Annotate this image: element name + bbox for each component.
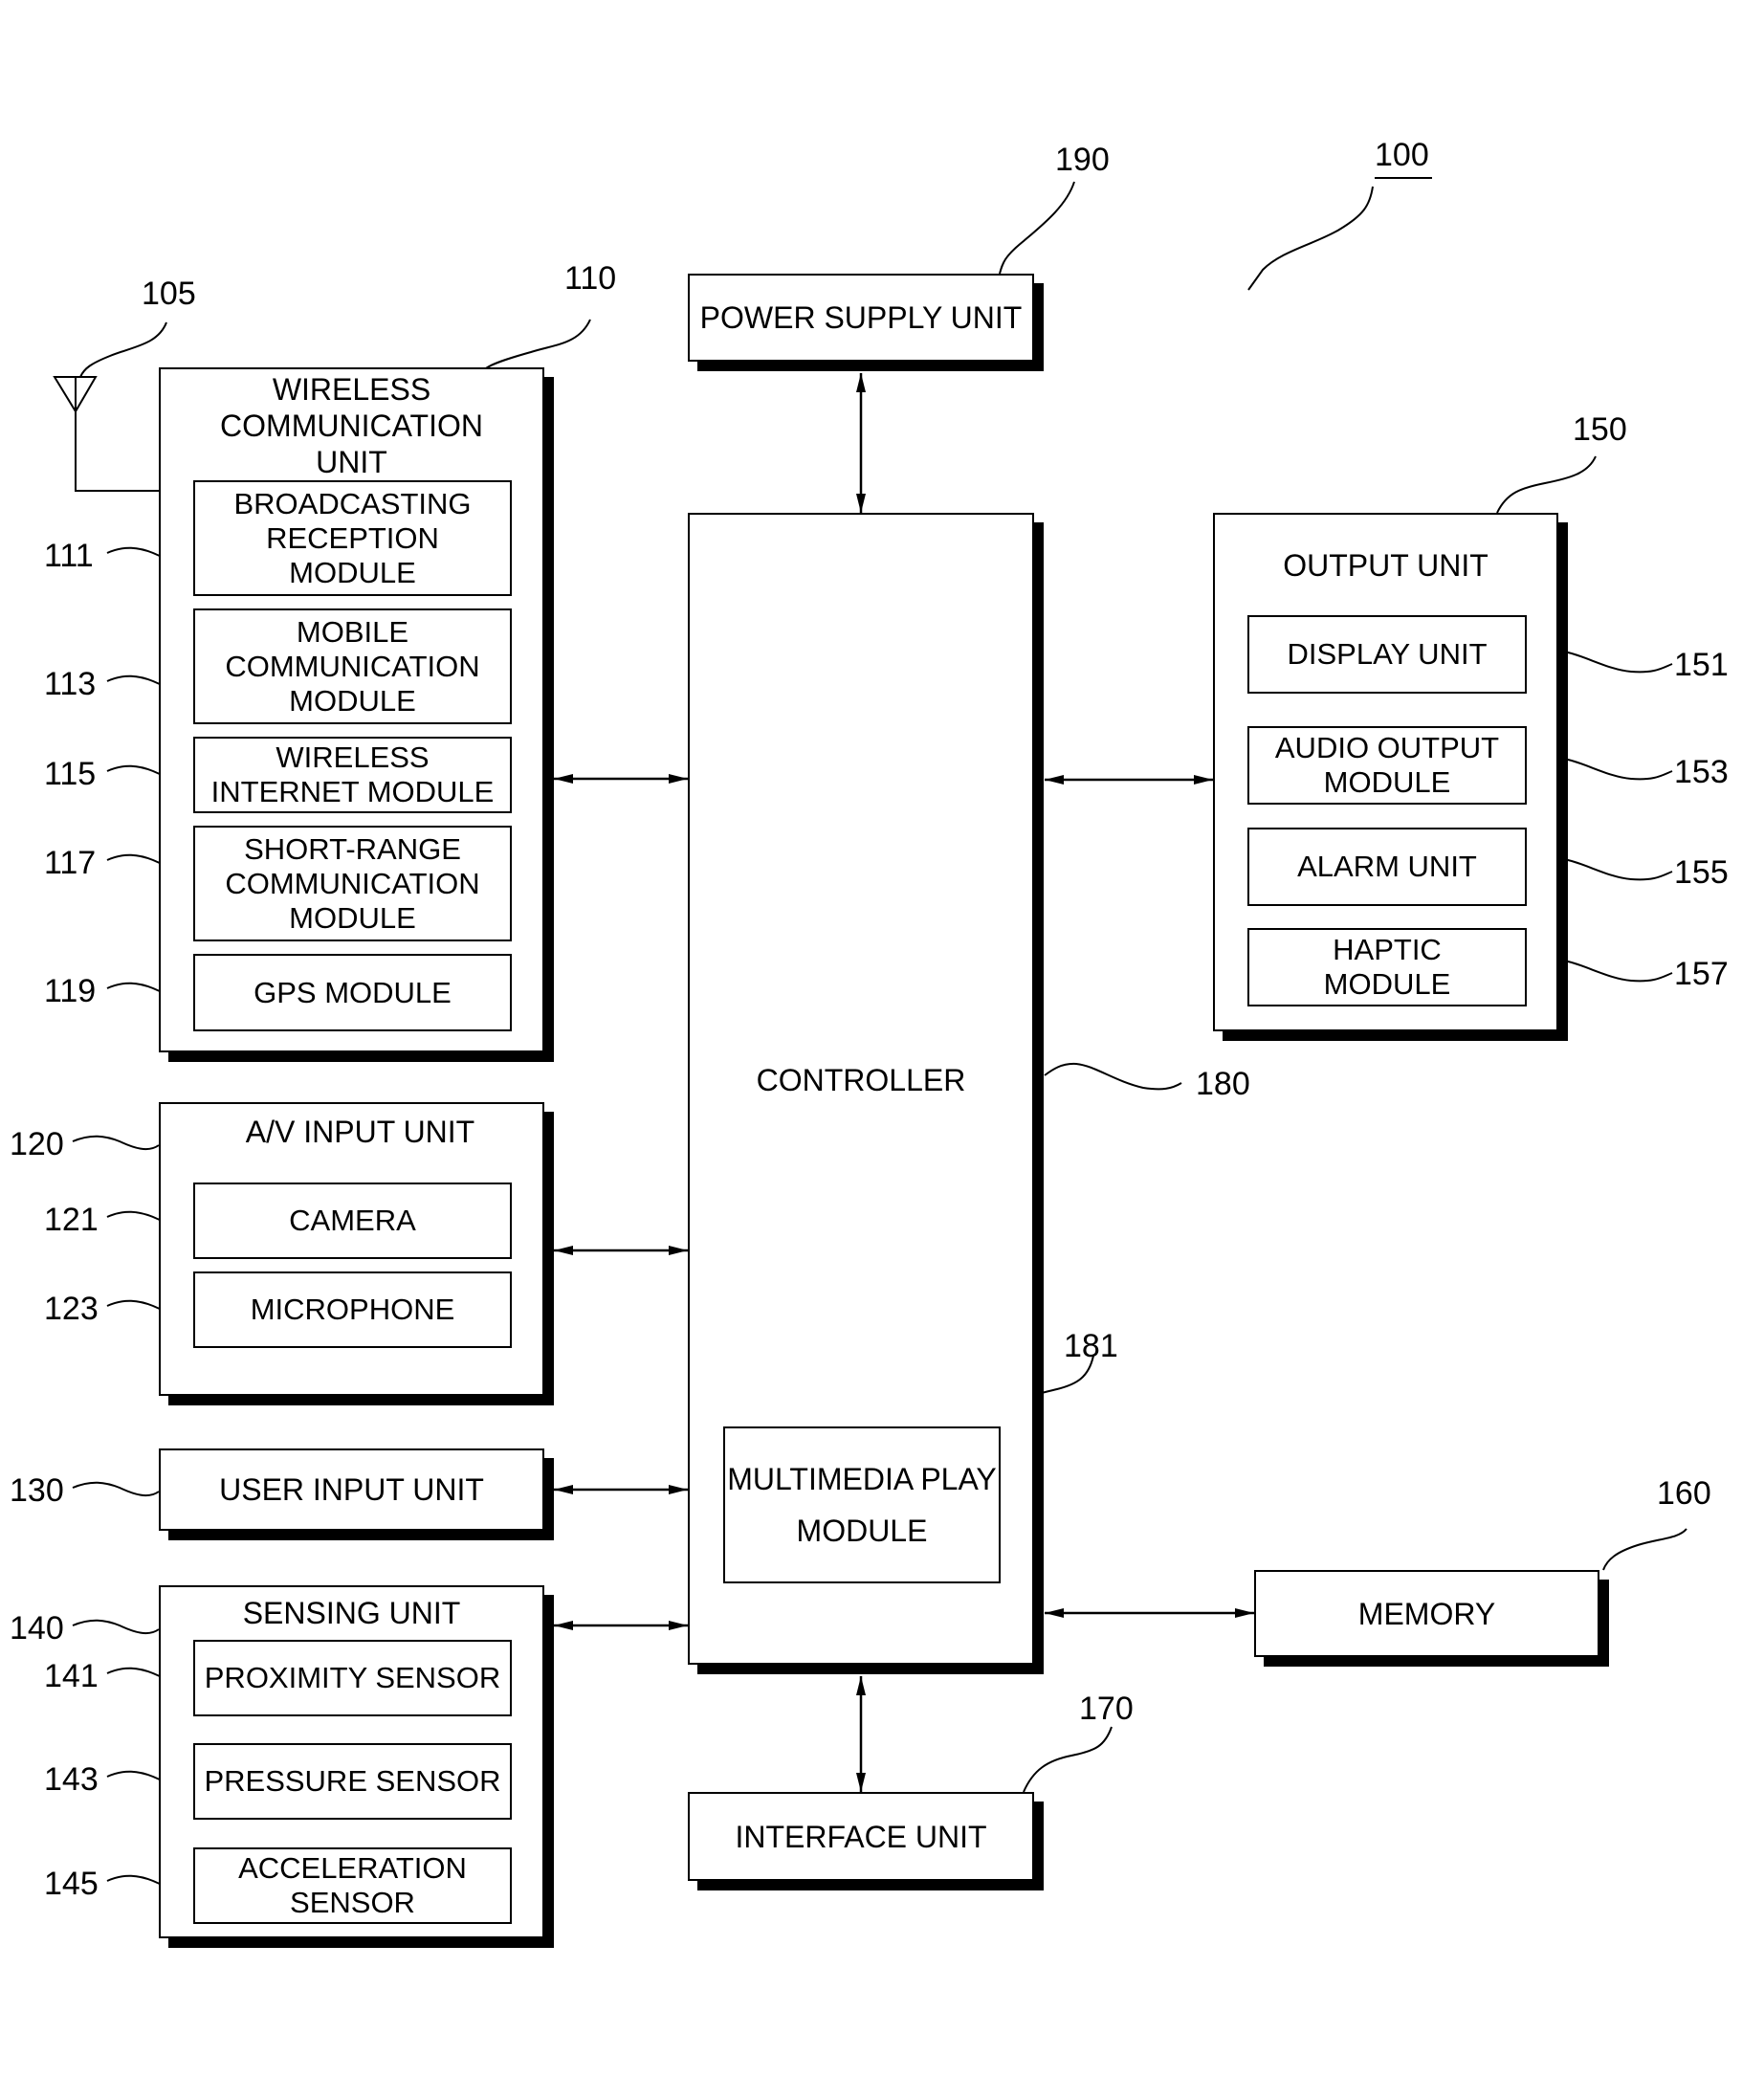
ref-113: 113 — [44, 666, 97, 702]
ref-120: 120 — [10, 1126, 64, 1162]
interface-unit[interactable]: INTERFACE UNIT — [688, 1792, 1034, 1881]
power-supply-label: POWER SUPPLY UNIT — [699, 300, 1023, 335]
user-input-unit[interactable]: USER INPUT UNIT — [159, 1448, 544, 1531]
acceleration-sensor[interactable]: ACCELERATION SENSOR — [193, 1847, 512, 1924]
broadcasting-reception-module[interactable]: BROADCASTING RECEPTION MODULE — [193, 480, 512, 596]
multimedia-play-module[interactable]: MULTIMEDIA PLAY MODULE — [723, 1426, 1001, 1583]
ref-123: 123 — [44, 1291, 99, 1327]
ref-117: 117 — [44, 845, 97, 881]
ref-105: 105 — [142, 276, 196, 312]
ref-151: 151 — [1674, 647, 1729, 683]
av-input-unit[interactable]: A/V INPUT UNIT CAMERA MICROPHONE — [159, 1102, 544, 1396]
proximity-label: PROXIMITY SENSOR — [204, 1661, 501, 1694]
power-supply-unit[interactable]: POWER SUPPLY UNIT — [688, 274, 1034, 362]
display-unit[interactable]: DISPLAY UNIT — [1247, 615, 1527, 694]
memory-label: MEMORY — [1357, 1596, 1496, 1631]
leader-170 — [1023, 1726, 1113, 1793]
alarm-unit[interactable]: ALARM UNIT — [1247, 828, 1527, 906]
av-input-title: A/V INPUT UNIT — [245, 1115, 475, 1149]
ref-190: 190 — [1055, 142, 1110, 178]
leader-180 — [1044, 1062, 1182, 1091]
gps-label: GPS MODULE — [254, 975, 452, 1009]
proximity-sensor[interactable]: PROXIMITY SENSOR — [193, 1640, 512, 1716]
pressure-label: PRESSURE SENSOR — [204, 1764, 501, 1798]
audio-output-label: AUDIO OUTPUT MODULE — [1274, 731, 1500, 799]
mobile-comm-label: MOBILE COMMUNICATION MODULE — [225, 614, 480, 718]
ref-157: 157 — [1674, 956, 1729, 992]
leader-110 — [485, 319, 591, 369]
sensing-title: SENSING UNIT — [242, 1596, 461, 1630]
camera-label: CAMERA — [289, 1204, 416, 1237]
ref-119: 119 — [44, 973, 97, 1009]
output-title: OUTPUT UNIT — [1283, 548, 1488, 583]
wireless-unit-title: WIRELESS COMMUNICATION UNIT — [220, 372, 483, 479]
ref-121: 121 — [44, 1202, 99, 1238]
mobile-communication-module[interactable]: MOBILE COMMUNICATION MODULE — [193, 608, 512, 724]
wireless-internet-module[interactable]: WIRELESS INTERNET MODULE — [193, 737, 512, 813]
interface-label: INTERFACE UNIT — [735, 1819, 987, 1854]
leader-100-arrow — [1247, 186, 1374, 291]
leader-140 — [72, 1619, 160, 1635]
output-unit[interactable]: OUTPUT UNIT DISPLAY UNIT AUDIO OUTPUT MO… — [1213, 513, 1558, 1031]
antenna-icon — [53, 376, 159, 492]
leader-105 — [79, 321, 167, 378]
figure-label: 100 — [1375, 137, 1429, 173]
sensing-unit[interactable]: SENSING UNIT PROXIMITY SENSOR PRESSURE S… — [159, 1585, 544, 1938]
controller-label: CONTROLLER — [756, 1063, 966, 1097]
leader-190 — [999, 181, 1075, 275]
ref-170: 170 — [1079, 1691, 1134, 1727]
ref-140: 140 — [10, 1610, 64, 1647]
ref-130: 130 — [10, 1472, 64, 1509]
haptic-label: HAPTIC MODULE — [1323, 933, 1451, 1001]
microphone-module[interactable]: MICROPHONE — [193, 1271, 512, 1348]
ref-181: 181 — [1064, 1328, 1118, 1364]
leader-160 — [1602, 1528, 1687, 1571]
short-range-label: SHORT-RANGE COMMUNICATION MODULE — [225, 831, 480, 935]
wireless-internet-label: WIRELESS INTERNET MODULE — [210, 741, 495, 808]
ref-150: 150 — [1573, 411, 1627, 448]
ref-160: 160 — [1657, 1475, 1711, 1512]
audio-output-module[interactable]: AUDIO OUTPUT MODULE — [1247, 726, 1527, 805]
ref-111: 111 — [44, 538, 94, 574]
leader-120 — [72, 1135, 160, 1151]
ref-180: 180 — [1196, 1066, 1250, 1102]
user-input-label: USER INPUT UNIT — [219, 1472, 484, 1507]
haptic-module[interactable]: HAPTIC MODULE — [1247, 928, 1527, 1006]
leader-150 — [1496, 455, 1597, 514]
ref-153: 153 — [1674, 754, 1729, 790]
ref-141: 141 — [44, 1658, 99, 1694]
wireless-communication-unit[interactable]: WIRELESS COMMUNICATION UNIT BROADCASTING… — [159, 367, 544, 1052]
short-range-communication-module[interactable]: SHORT-RANGE COMMUNICATION MODULE — [193, 826, 512, 941]
ref-143: 143 — [44, 1761, 99, 1798]
ref-155: 155 — [1674, 854, 1729, 891]
ref-145: 145 — [44, 1866, 99, 1902]
memory[interactable]: MEMORY — [1254, 1570, 1599, 1657]
controller[interactable]: CONTROLLER MULTIMEDIA PLAY MODULE — [688, 513, 1034, 1665]
acceleration-label: ACCELERATION SENSOR — [238, 1851, 467, 1919]
ref-115: 115 — [44, 756, 97, 792]
microphone-label: MICROPHONE — [250, 1293, 455, 1326]
pressure-sensor[interactable]: PRESSURE SENSOR — [193, 1743, 512, 1820]
multimedia-play-label: MULTIMEDIA PLAY MODULE — [727, 1462, 997, 1548]
ref-110: 110 — [564, 260, 617, 297]
gps-module[interactable]: GPS MODULE — [193, 954, 512, 1031]
camera-module[interactable]: CAMERA — [193, 1183, 512, 1259]
display-label: DISPLAY UNIT — [1287, 637, 1488, 671]
alarm-label: ALARM UNIT — [1297, 850, 1477, 883]
leader-130 — [72, 1481, 160, 1497]
broadcasting-label: BROADCASTING RECEPTION MODULE — [233, 486, 472, 589]
